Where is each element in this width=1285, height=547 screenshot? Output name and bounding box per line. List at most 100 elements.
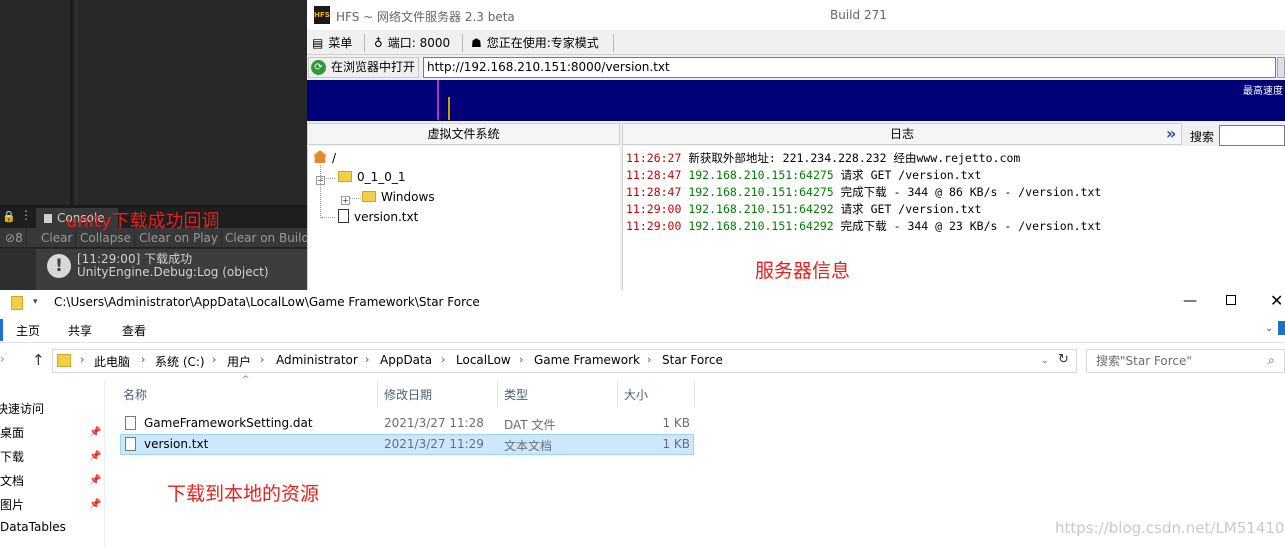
breadcrumb-item[interactable]: 用户 [227,353,251,370]
tree-root[interactable]: / [313,150,336,165]
column-divider[interactable] [617,381,618,407]
nav-item-label: 下载 [0,450,25,464]
warning-count[interactable]: ⊘8 [2,228,27,248]
up-arrow-icon[interactable]: ↑ [32,351,45,369]
home-icon [313,150,327,163]
help-icon[interactable] [1278,321,1285,335]
nav-item-pictures[interactable]: 图片 [0,496,24,513]
log-text: 新获取外部地址: 221.234.228.232 经由www.rejetto.c… [688,151,1021,165]
log-line: 11:29:00 192.168.210.151:64292 请求 GET /v… [626,201,981,217]
text-file-icon [125,437,136,451]
log-time: 11:28:47 [626,185,682,199]
url-field[interactable]: http://192.168.210.151:8000/version.txt [423,57,1276,78]
pin-icon[interactable]: 📌 [89,499,101,510]
maximize-button[interactable] [1226,295,1236,305]
search-icon[interactable]: ⌕ [1268,353,1275,368]
breadcrumb-item[interactable]: Game Framework [534,353,640,367]
breadcrumb-item[interactable]: AppData [380,353,432,367]
tree-folder[interactable]: 0_1_0_1 [338,170,406,184]
column-header-type[interactable]: 类型 [504,386,528,403]
breadcrumb-item[interactable]: 系统 (C:) [155,353,205,370]
file-type: DAT 文件 [504,418,556,432]
ribbon [0,317,1285,343]
annotation-unity: unity下载成功回调 [66,211,220,232]
column-divider[interactable] [377,381,378,407]
breadcrumb-item[interactable]: Administrator [276,353,358,367]
address-dropdown-icon[interactable]: ⌄ [1041,356,1049,366]
chevron-down-icon[interactable]: ⌄ [1265,323,1273,334]
tab-view[interactable]: 查看 [122,322,146,339]
breadcrumb-separator-icon[interactable]: › [647,353,651,366]
column-header-name[interactable]: 名称 [123,386,147,403]
menu-button[interactable]: ▤ 菜单 [312,32,352,54]
breadcrumb-separator-icon[interactable]: › [260,353,264,366]
clear-on-build-button[interactable]: Clear on Build [222,228,312,248]
breadcrumb-separator-icon[interactable]: › [519,353,523,366]
tab-share[interactable]: 共享 [68,322,92,339]
mode-button[interactable]: ☗ 您正在使用:专家模式 [471,32,599,54]
nav-item-downloads[interactable]: 下载 [0,448,24,465]
breadcrumb-item[interactable]: Star Force [662,353,723,367]
breadcrumb-separator-icon[interactable]: › [80,353,84,366]
column-divider[interactable] [497,381,498,407]
tree-subfolder-label: Windows [381,190,435,204]
refresh-icon[interactable]: ↻ [1058,352,1069,367]
nav-item-desktop[interactable]: 桌面 [0,424,24,441]
vfs-header: 虚拟文件系统 [307,123,620,145]
annotation-server: 服务器信息 [755,260,851,282]
plus-icon: + [341,196,350,205]
toolbar-divider [613,34,614,52]
expand-icon[interactable]: » [1166,124,1176,143]
nav-item-documents[interactable]: 文档 [0,472,24,489]
file-icon [125,416,136,430]
file-size: 1 KB [662,437,690,451]
log-line: 11:28:47 192.168.210.151:64275 请求 GET /v… [626,167,981,183]
nav-item-datatables[interactable]: DataTables [0,520,66,534]
lock-icon[interactable]: 🔒 [2,210,16,223]
breadcrumb-separator-icon[interactable]: › [441,353,445,366]
graph-label: 最高速度 [1243,86,1283,97]
close-button[interactable]: ✕ [1270,291,1283,310]
tree-file[interactable]: version.txt [338,209,418,224]
folder-icon [11,296,23,310]
minimize-button[interactable]: — [1183,293,1197,309]
pin-icon[interactable]: 📌 [89,475,101,486]
breadcrumb-item[interactable]: 此电脑 [94,353,130,370]
file-name: GameFrameworkSetting.dat [144,416,313,430]
column-header-size[interactable]: 大小 [624,386,648,403]
column-header-modified[interactable]: 修改日期 [384,386,432,403]
column-divider[interactable] [694,381,695,407]
breadcrumb-separator-icon[interactable]: › [212,353,216,366]
menu-dots-icon[interactable]: ⋮ [20,208,32,222]
tree-collapse-toggle[interactable]: − [316,172,325,186]
nav-item-quick-access[interactable]: 快速访问 [0,400,44,417]
breadcrumb-separator-icon[interactable]: › [365,353,369,366]
tree-expand-toggle[interactable]: + [341,192,350,206]
toolbar-divider [364,34,365,52]
log-line: 11:28:47 192.168.210.151:64275 完成下载 - 34… [626,184,1101,200]
ribbon-file-tab[interactable] [0,319,3,341]
folder-icon [57,354,71,367]
menu-button-label: 菜单 [328,36,353,50]
tab-home[interactable]: 主页 [16,322,40,339]
pin-icon[interactable]: 📌 [89,451,101,462]
menu-icon: ▤ [312,36,324,50]
quick-access-dropdown-icon[interactable]: ▾ [33,297,38,307]
pin-icon[interactable]: 📌 [89,427,101,438]
port-button[interactable]: ♁ 端口: 8000 [374,32,450,54]
graph-spike [448,97,450,120]
log-time: 11:26:27 [626,151,682,165]
copy-url-button[interactable] [1277,57,1285,78]
file-size: 1 KB [662,416,690,430]
mode-button-label: 您正在使用:专家模式 [486,36,599,50]
explorer-search-input[interactable]: 搜索"Star Force" [1086,349,1285,373]
tree-subfolder[interactable]: Windows [362,190,435,204]
breadcrumb-item[interactable]: LocalLow [456,353,511,367]
recent-locations-icon[interactable]: › [0,352,5,366]
tree-line [349,198,363,199]
graph-spike [437,80,439,120]
breadcrumb-separator-icon[interactable]: › [141,353,145,366]
warning-count-label: 8 [15,231,23,245]
log-search-input[interactable] [1219,125,1285,146]
nav-item-label: 图片 [0,498,25,512]
